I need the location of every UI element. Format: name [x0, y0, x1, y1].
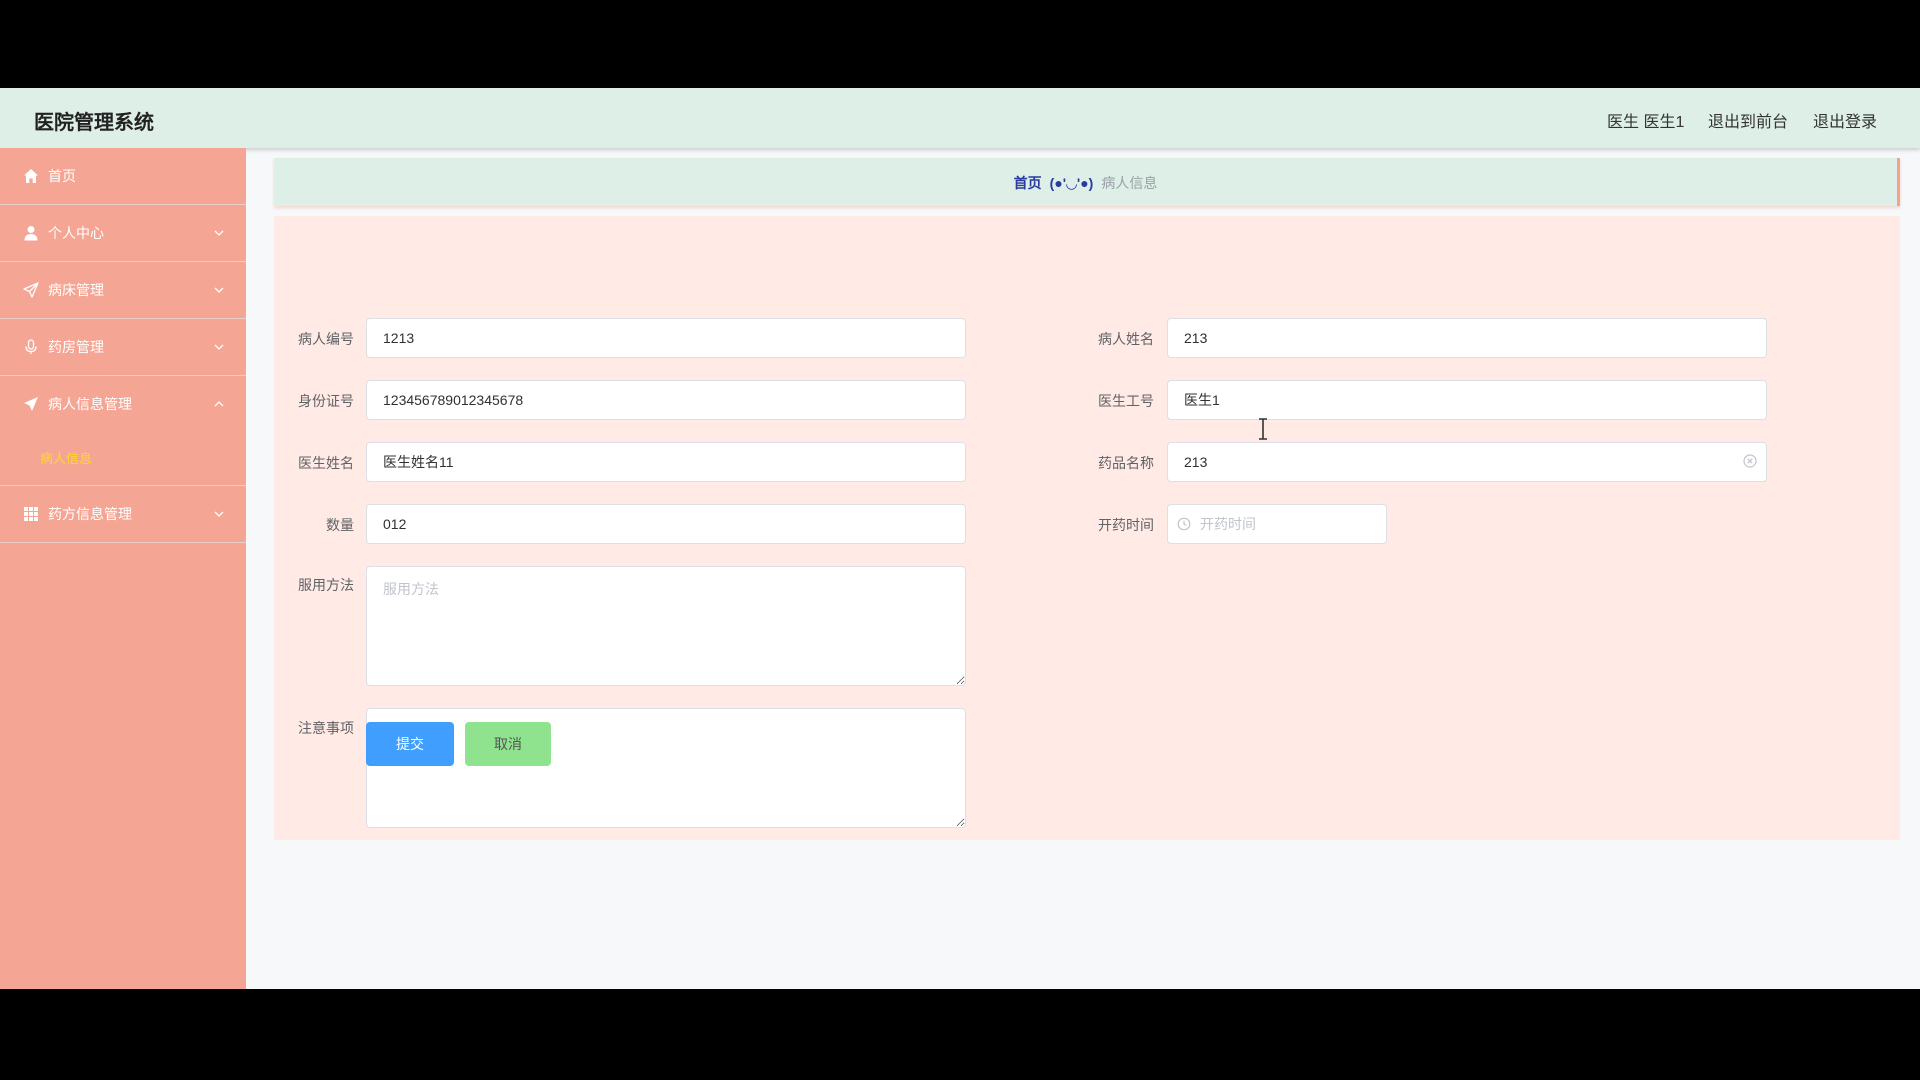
- sidebar-item-bed-management[interactable]: 病床管理: [0, 262, 246, 319]
- doctor-id-input[interactable]: [1167, 380, 1767, 420]
- home-icon: [24, 169, 38, 183]
- submit-button[interactable]: 提交: [366, 722, 454, 766]
- sidebar-item-label: 首页: [48, 168, 76, 184]
- breadcrumb-bar: 首页 (●'◡'●) 病人信息: [274, 158, 1900, 206]
- doctor-name-input[interactable]: [366, 442, 966, 482]
- usage-textarea[interactable]: [366, 566, 966, 686]
- sidebar-item-label: 病人信息管理: [48, 396, 132, 412]
- quantity-label: 数量: [326, 517, 354, 533]
- prescribe-time-picker[interactable]: [1167, 504, 1387, 544]
- sidebar-item-label: 药方信息管理: [48, 506, 132, 522]
- breadcrumb-home-link[interactable]: 首页: [1014, 175, 1042, 191]
- doctor-id-label: 医生工号: [1098, 393, 1154, 409]
- sidebar-item-prescription-management[interactable]: 药方信息管理: [0, 486, 246, 543]
- patient-name-input[interactable]: [1167, 318, 1767, 358]
- sidebar-item-label: 病床管理: [48, 282, 104, 298]
- app-screen: 医院管理系统 医生 医生1 退出到前台 退出登录 首页 个人中心 病床管理 药房…: [0, 88, 1920, 989]
- drug-name-input[interactable]: [1167, 442, 1767, 482]
- breadcrumb-separator: (●'◡'●): [1049, 175, 1094, 191]
- microphone-icon: [25, 339, 37, 354]
- chevron-down-icon: [214, 511, 224, 517]
- paper-plane-icon: [24, 397, 38, 411]
- chevron-down-icon: [214, 287, 224, 293]
- sidebar-item-patient-info-management[interactable]: 病人信息管理: [0, 376, 246, 486]
- clear-icon[interactable]: [1743, 454, 1757, 468]
- chevron-up-icon: [214, 401, 224, 407]
- prescribe-time-label: 开药时间: [1098, 517, 1154, 533]
- app-title: 医院管理系统: [34, 112, 154, 134]
- current-user-label: 医生 医生1: [1607, 114, 1685, 131]
- paper-plane-outline-icon: [23, 282, 39, 298]
- breadcrumb: 首页 (●'◡'●) 病人信息: [274, 173, 1897, 193]
- logout-link[interactable]: 退出登录: [1813, 108, 1877, 132]
- sidebar: 首页 个人中心 病床管理 药房管理 病人信息管理 病人信息 药方信息管理: [0, 148, 246, 989]
- sidebar-item-home[interactable]: 首页: [0, 148, 246, 205]
- patient-name-label: 病人姓名: [1098, 331, 1154, 347]
- notes-textarea[interactable]: [366, 708, 966, 828]
- user-icon: [24, 226, 38, 241]
- clock-icon: [1177, 517, 1191, 531]
- quantity-input[interactable]: [366, 504, 966, 544]
- exit-to-front-link[interactable]: 退出到前台: [1708, 108, 1788, 132]
- chevron-down-icon: [214, 230, 224, 236]
- sidebar-item-pharmacy-management[interactable]: 药房管理: [0, 319, 246, 376]
- breadcrumb-current: 病人信息: [1101, 175, 1158, 191]
- grid-icon: [24, 507, 38, 521]
- drug-name-label: 药品名称: [1098, 455, 1154, 471]
- id-card-label: 身份证号: [298, 393, 354, 409]
- doctor-name-label: 医生姓名: [298, 455, 354, 471]
- notes-label: 注意事项: [298, 720, 354, 736]
- sidebar-item-personal-center[interactable]: 个人中心: [0, 205, 246, 262]
- sidebar-item-label: 药房管理: [48, 339, 104, 355]
- sidebar-item-label: 个人中心: [48, 225, 104, 241]
- patient-id-input[interactable]: [366, 318, 966, 358]
- text-cursor-icon: [1259, 418, 1267, 440]
- submenu-item-patient-info[interactable]: 病人信息: [40, 448, 92, 467]
- id-card-input[interactable]: [366, 380, 966, 420]
- usage-label: 服用方法: [298, 577, 354, 593]
- patient-id-label: 病人编号: [298, 331, 354, 347]
- chevron-down-icon: [214, 344, 224, 350]
- cancel-button[interactable]: 取消: [465, 722, 551, 766]
- top-bar: 医院管理系统 医生 医生1 退出到前台 退出登录: [0, 88, 1920, 148]
